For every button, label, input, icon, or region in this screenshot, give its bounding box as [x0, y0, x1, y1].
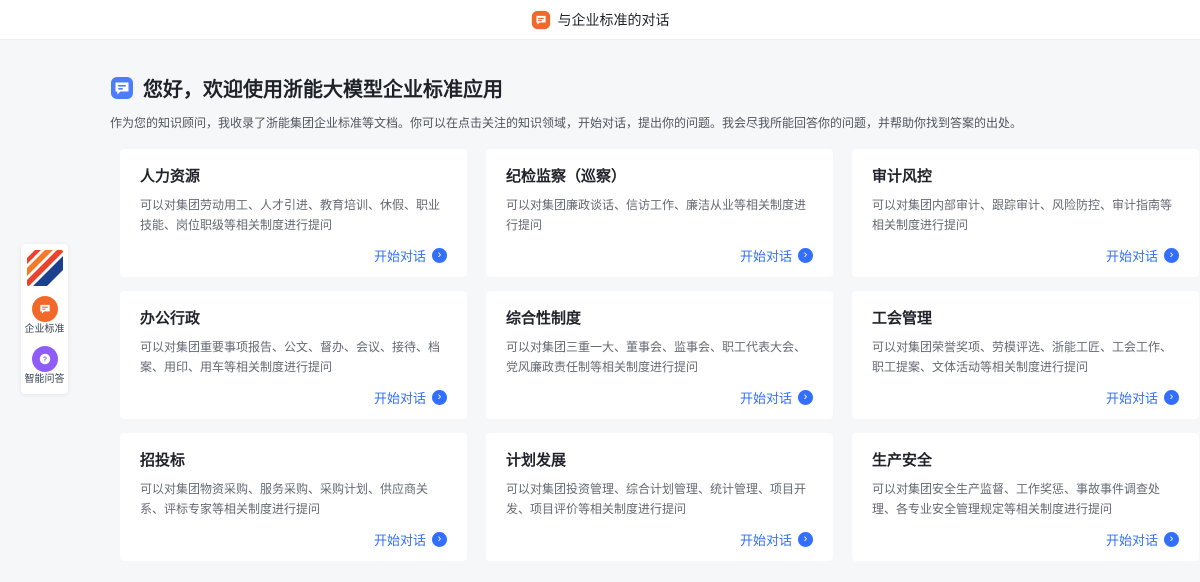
start-chat-label: 开始对话 — [1106, 246, 1158, 265]
card-title: 生产安全 — [872, 449, 1179, 470]
svg-text:?: ? — [42, 357, 46, 364]
start-chat-link[interactable]: 开始对话 › — [740, 388, 813, 407]
card-title: 人力资源 — [140, 165, 447, 186]
arrow-right-icon: › — [432, 390, 447, 405]
category-cards-grid: 人力资源可以对集团劳动用工、人才引进、教育培训、休假、职业技能、岗位职级等相关制… — [120, 149, 1200, 561]
category-card-3: 办公行政可以对集团重要事项报告、公文、督办、会议、接待、档案、用印、用车等相关制… — [120, 291, 467, 419]
start-chat-link[interactable]: 开始对话 › — [740, 246, 813, 265]
sidebar-item-label: 企业标准 — [25, 324, 65, 336]
main-area: 您好，欢迎使用浙能大模型企业标准应用 作为您的知识顾问，我收录了浙能集团企业标准… — [0, 41, 1200, 582]
arrow-right-icon: › — [798, 532, 813, 547]
card-footer: 开始对话 › — [506, 236, 813, 265]
start-chat-label: 开始对话 — [1106, 530, 1158, 549]
category-card-0: 人力资源可以对集团劳动用工、人才引进、教育培训、休假、职业技能、岗位职级等相关制… — [120, 149, 467, 277]
sidebar-item-label: 智能问答 — [25, 374, 65, 386]
category-card-8: 生产安全可以对集团安全生产监督、工作奖惩、事故事件调查处理、各专业安全管理规定等… — [852, 433, 1199, 561]
start-chat-link[interactable]: 开始对话 › — [1106, 388, 1179, 407]
card-footer: 开始对话 › — [140, 378, 447, 407]
start-chat-label: 开始对话 — [740, 530, 792, 549]
arrow-right-icon: › — [432, 248, 447, 263]
sidebar-item-enterprise-standard[interactable]: 企业标准 — [25, 296, 65, 336]
card-title: 审计风控 — [872, 165, 1179, 186]
arrow-right-icon: › — [1164, 532, 1179, 547]
sidebar-item-smart-qa[interactable]: ? 智能问答 — [25, 346, 65, 386]
welcome-section: 您好，欢迎使用浙能大模型企业标准应用 作为您的知识顾问，我收录了浙能集团企业标准… — [0, 41, 1200, 132]
top-header: 与企业标准的对话 — [0, 0, 1200, 40]
card-description: 可以对集团荣誉奖项、劳模评选、浙能工匠、工会工作、职工提案、文体活动等相关制度进… — [872, 337, 1179, 377]
welcome-subtitle: 作为您的知识顾问，我收录了浙能集团企业标准等文档。你可以在点击关注的知识领域，开… — [110, 114, 1200, 132]
card-title: 计划发展 — [506, 449, 813, 470]
card-footer: 开始对话 › — [872, 378, 1179, 407]
card-description: 可以对集团安全生产监督、工作奖惩、事故事件调查处理、各专业安全管理规定等相关制度… — [872, 479, 1179, 519]
card-footer: 开始对话 › — [872, 236, 1179, 265]
start-chat-label: 开始对话 — [374, 388, 426, 407]
start-chat-label: 开始对话 — [1106, 388, 1158, 407]
start-chat-link[interactable]: 开始对话 › — [1106, 530, 1179, 549]
card-footer: 开始对话 › — [506, 378, 813, 407]
welcome-title: 您好，欢迎使用浙能大模型企业标准应用 — [143, 73, 503, 102]
start-chat-link[interactable]: 开始对话 › — [1106, 246, 1179, 265]
card-footer: 开始对话 › — [872, 520, 1179, 549]
category-card-4: 综合性制度可以对集团三重一大、董事会、监事会、职工代表大会、党风廉政责任制等相关… — [486, 291, 833, 419]
category-card-5: 工会管理可以对集团荣誉奖项、劳模评选、浙能工匠、工会工作、职工提案、文体活动等相… — [852, 291, 1199, 419]
welcome-head: 您好，欢迎使用浙能大模型企业标准应用 — [110, 73, 1200, 102]
start-chat-link[interactable]: 开始对话 › — [740, 530, 813, 549]
arrow-right-icon: › — [1164, 248, 1179, 263]
arrow-right-icon: › — [798, 248, 813, 263]
standard-chat-icon — [32, 296, 58, 322]
card-title: 招投标 — [140, 449, 447, 470]
card-title: 综合性制度 — [506, 307, 813, 328]
category-card-2: 审计风控可以对集团内部审计、跟踪审计、风险防控、审计指南等相关制度进行提问开始对… — [852, 149, 1199, 277]
card-description: 可以对集团物资采购、服务采购、采购计划、供应商关系、评标专家等相关制度进行提问 — [140, 479, 447, 519]
card-description: 可以对集团劳动用工、人才引进、教育培训、休假、职业技能、岗位职级等相关制度进行提… — [140, 195, 447, 235]
start-chat-label: 开始对话 — [374, 530, 426, 549]
chat-badge-icon — [531, 10, 551, 30]
page-title: 与企业标准的对话 — [558, 10, 670, 30]
card-title: 工会管理 — [872, 307, 1179, 328]
start-chat-label: 开始对话 — [740, 388, 792, 407]
start-chat-label: 开始对话 — [374, 246, 426, 265]
start-chat-label: 开始对话 — [740, 246, 792, 265]
arrow-right-icon: › — [432, 532, 447, 547]
header-title-wrap: 与企业标准的对话 — [531, 10, 670, 30]
card-title: 办公行政 — [140, 307, 447, 328]
arrow-right-icon: › — [1164, 390, 1179, 405]
smart-qa-icon: ? — [32, 346, 58, 372]
card-title: 纪检监察（巡察） — [506, 165, 813, 186]
card-description: 可以对集团重要事项报告、公文、督办、会议、接待、档案、用印、用车等相关制度进行提… — [140, 337, 447, 377]
floating-sidebar: 企业标准 ? 智能问答 — [21, 244, 68, 394]
category-card-7: 计划发展可以对集团投资管理、综合计划管理、统计管理、项目开发、项目评价等相关制度… — [486, 433, 833, 561]
start-chat-link[interactable]: 开始对话 › — [374, 388, 447, 407]
category-card-6: 招投标可以对集团物资采购、服务采购、采购计划、供应商关系、评标专家等相关制度进行… — [120, 433, 467, 561]
card-description: 可以对集团内部审计、跟踪审计、风险防控、审计指南等相关制度进行提问 — [872, 195, 1179, 235]
card-description: 可以对集团投资管理、综合计划管理、统计管理、项目开发、项目评价等相关制度进行提问 — [506, 479, 813, 519]
card-footer: 开始对话 › — [140, 236, 447, 265]
chat-bubble-icon — [110, 76, 134, 100]
start-chat-link[interactable]: 开始对话 › — [374, 246, 447, 265]
card-description: 可以对集团三重一大、董事会、监事会、职工代表大会、党风廉政责任制等相关制度进行提… — [506, 337, 813, 377]
app-logo[interactable] — [27, 250, 63, 286]
card-footer: 开始对话 › — [140, 520, 447, 549]
start-chat-link[interactable]: 开始对话 › — [374, 530, 447, 549]
card-description: 可以对集团廉政谈话、信访工作、廉洁从业等相关制度进行提问 — [506, 195, 813, 235]
arrow-right-icon: › — [798, 390, 813, 405]
category-card-1: 纪检监察（巡察） 可以对集团廉政谈话、信访工作、廉洁从业等相关制度进行提问开始对话… — [486, 149, 833, 277]
card-footer: 开始对话 › — [506, 520, 813, 549]
